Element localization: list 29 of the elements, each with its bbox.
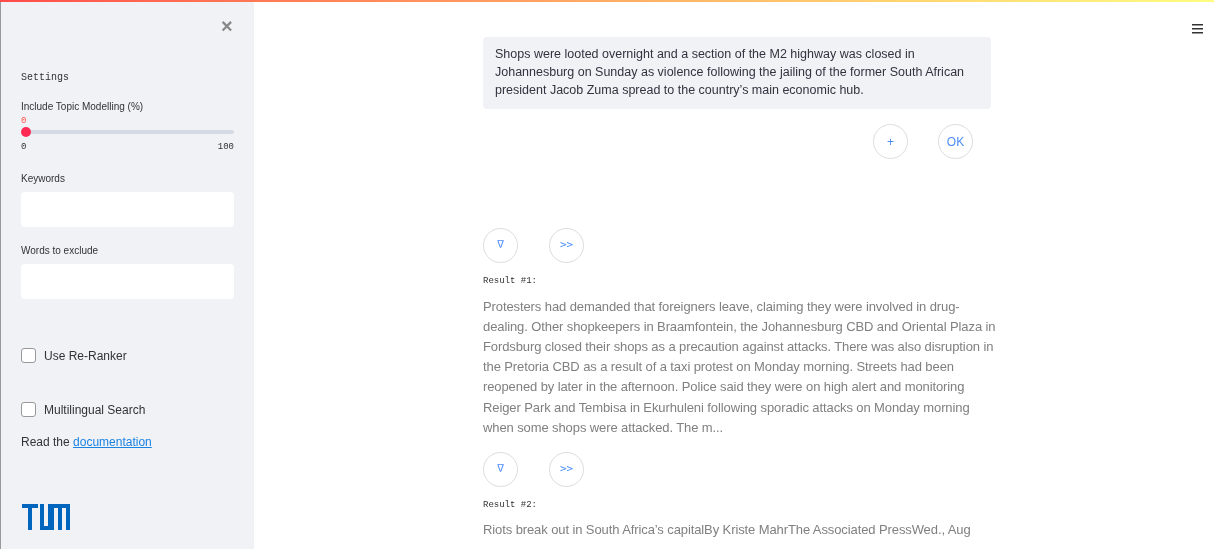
logo-icon (22, 504, 70, 530)
add-button[interactable]: + (873, 124, 908, 159)
close-button[interactable]: × (221, 16, 233, 36)
ok-button[interactable]: OK (938, 124, 973, 159)
field-label: Words to exclude (21, 243, 100, 258)
filter-button[interactable]: ∇ (483, 451, 518, 487)
docs-text: Read the documentation (21, 433, 153, 451)
next-button[interactable]: >> (549, 228, 584, 263)
checkbox-label[interactable]: Use Re-Ranker (44, 346, 127, 365)
next-button[interactable]: >> (549, 451, 584, 487)
checkbox[interactable] (21, 402, 36, 417)
result-text: Riots break out in South Africa’s capitalBy Kriste MahrThe Associated PressWed., Aug (483, 521, 972, 540)
checkbox-label[interactable]: Multilingual Search (44, 400, 146, 419)
result-text: Protesters had demanded that foreigners leave, claiming they were involved in drug-dealing. Other shopkeepers in Braamfontein, the Johannesburg CBD and Oriental Plaza in Fordsburg closed their shops as a precaution against attacks. There was also disruption in the Pretoria CBD as a result of a taxi protest on Monday morning. Streets had been reopened by later in the afternoon. Police said they were on high alert and monitoring Reiger Park and Tembisa in Ekurhuleni following sporadic attacks on Monday morning when some shops were attacked. The m... (483, 297, 997, 437)
slider-min: 0 (21, 141, 27, 154)
slider-thumb[interactable] (21, 127, 31, 137)
slider-max: 100 (217, 141, 234, 154)
menu-icon[interactable] (1192, 24, 1203, 34)
slider-label: Include Topic Modelling (%) (21, 100, 145, 114)
field-label: Keywords (21, 171, 66, 186)
query-field[interactable]: Shops were looted overnight and a section of the M2 highway was closed in Johannesburg on Sunday as violence following the jailing of the former South African president Jacob Zuma spread to the country’s main economic hub. (483, 37, 991, 109)
slider[interactable] (21, 127, 234, 137)
checkbox[interactable] (21, 348, 36, 363)
docs-link[interactable]: documentation (73, 434, 152, 449)
filter-button[interactable]: ∇ (483, 228, 518, 263)
slider-value: 0 (21, 116, 28, 126)
settings-heading: Settings (21, 71, 70, 85)
result-label: Result #2: (483, 498, 538, 512)
result-label: Result #1: (483, 275, 538, 288)
